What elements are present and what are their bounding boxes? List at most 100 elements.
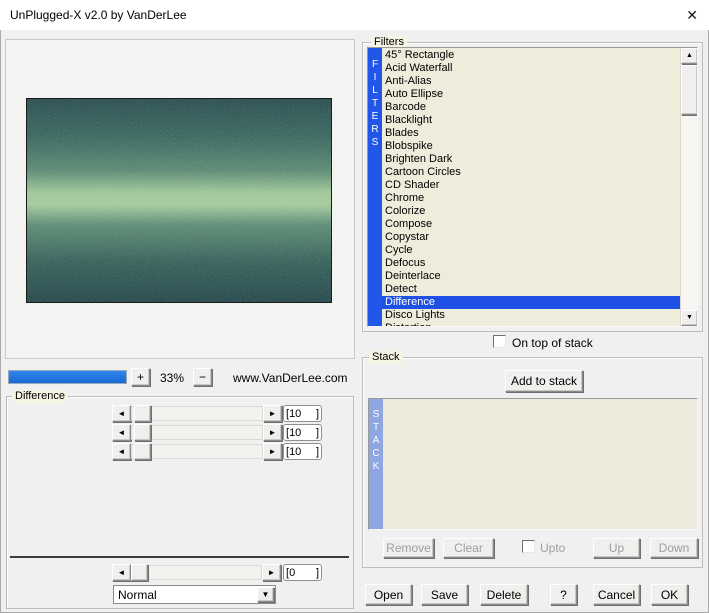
stack-items [383, 399, 697, 529]
green-decrement-button[interactable]: ◄ [112, 424, 131, 441]
red-slider-thumb[interactable] [134, 405, 151, 422]
filter-item[interactable]: Blacklight [382, 114, 680, 127]
filter-item[interactable]: Blades [382, 127, 680, 140]
transparency-decrement-button[interactable]: ◄ [112, 564, 131, 581]
blue-slider-thumb[interactable] [134, 443, 151, 460]
up-button[interactable]: Up [593, 538, 640, 558]
filter-item[interactable]: Acid Waterfall [382, 62, 680, 75]
transparency-slider-track[interactable] [131, 565, 262, 580]
upto-checkbox[interactable] [522, 540, 535, 553]
close-icon[interactable]: ✕ [686, 7, 698, 23]
red-decrement-button[interactable]: ◄ [112, 405, 131, 422]
scroll-up-button[interactable]: ▲ [681, 48, 698, 64]
green-increment-button[interactable]: ► [263, 424, 282, 441]
upto-label: Upto [540, 541, 565, 555]
up-arrow-icon: ▲ [686, 52, 693, 60]
blend-mode-dropdown-button[interactable]: ▼ [257, 587, 274, 602]
filter-item[interactable]: Colorize [382, 205, 680, 218]
chevron-down-icon: ▼ [262, 591, 270, 599]
zoom-in-button[interactable]: + [131, 368, 150, 386]
save-label: Save [431, 588, 458, 602]
bracket-close: ] [316, 427, 319, 439]
difference-group-label: Difference [12, 390, 68, 403]
down-label: Down [659, 541, 690, 555]
zoom-level: 33% [152, 371, 192, 385]
add-to-stack-label: Add to stack [511, 374, 577, 388]
blend-mode-select[interactable]: Normal ▼ [113, 585, 276, 604]
dialog-window: { "window": { "title": "UnPlugged-X v2.0… [0, 0, 709, 613]
left-arrow-icon: ◄ [118, 448, 126, 456]
filters-list: FILTERS 45° RectangleAcid WaterfallAnti-… [367, 47, 698, 327]
filters-vertical-label: FILTERS [368, 48, 382, 326]
blue-decrement-button[interactable]: ◄ [112, 443, 131, 460]
filter-item[interactable]: Disco Lights [382, 309, 680, 322]
open-button[interactable]: Open [365, 584, 412, 605]
filter-item[interactable]: CD Shader [382, 179, 680, 192]
transparency-slider-thumb[interactable] [131, 564, 148, 581]
cancel-label: Cancel [598, 588, 635, 602]
progress-fill [9, 371, 126, 383]
help-button[interactable]: ? [550, 584, 577, 605]
delete-button[interactable]: Delete [480, 584, 528, 605]
filter-item[interactable]: Compose [382, 218, 680, 231]
filter-item[interactable]: Difference [382, 296, 680, 309]
filter-item[interactable]: Distortion [382, 322, 680, 326]
down-arrow-icon: ▼ [686, 314, 693, 322]
green-value-field[interactable]: [10] [283, 424, 322, 441]
filter-item[interactable]: Brighten Dark [382, 153, 680, 166]
titlebar: UnPlugged-X v2.0 by VanDerLee ✕ [0, 0, 709, 30]
cancel-button[interactable]: Cancel [593, 584, 640, 605]
filter-item[interactable]: Auto Ellipse [382, 88, 680, 101]
filter-item[interactable]: Deinterlace [382, 270, 680, 283]
left-arrow-icon: ◄ [118, 429, 126, 437]
filter-item[interactable]: Barcode [382, 101, 680, 114]
zoom-out-button[interactable]: − [193, 368, 212, 386]
clear-button[interactable]: Clear [443, 538, 494, 558]
left-arrow-icon: ◄ [118, 569, 126, 577]
green-slider-thumb[interactable] [134, 424, 151, 441]
clear-label: Clear [454, 541, 483, 555]
filters-scrollbar[interactable]: ▲ ▼ [680, 48, 697, 326]
filter-item[interactable]: Copystar [382, 231, 680, 244]
bracket-close: ] [316, 446, 319, 458]
filter-item[interactable]: Detect [382, 283, 680, 296]
ok-label: OK [661, 588, 678, 602]
add-to-stack-button[interactable]: Add to stack [505, 370, 583, 392]
left-arrow-icon: ◄ [118, 410, 126, 418]
down-button[interactable]: Down [650, 538, 698, 558]
scroll-down-button[interactable]: ▼ [681, 310, 698, 326]
ok-button[interactable]: OK [651, 584, 688, 605]
blend-mode-value: Normal [118, 588, 157, 602]
save-button[interactable]: Save [421, 584, 468, 605]
filter-item[interactable]: Cartoon Circles [382, 166, 680, 179]
filter-item[interactable]: Blobspike [382, 140, 680, 153]
remove-label: Remove [386, 541, 431, 555]
right-arrow-icon: ► [269, 410, 277, 418]
green-value: 10 [289, 427, 301, 439]
window-title: UnPlugged-X v2.0 by VanDerLee [10, 8, 187, 22]
filter-item[interactable]: Cycle [382, 244, 680, 257]
scrollbar-thumb[interactable] [681, 65, 698, 115]
preview-image[interactable] [26, 98, 332, 303]
filter-item[interactable]: Defocus [382, 257, 680, 270]
blue-increment-button[interactable]: ► [263, 443, 282, 460]
remove-button[interactable]: Remove [383, 538, 434, 558]
filter-item[interactable]: Chrome [382, 192, 680, 205]
progress-bar [8, 370, 127, 384]
minus-icon: − [199, 370, 206, 384]
delete-label: Delete [487, 588, 522, 602]
on-top-of-stack-checkbox[interactable] [493, 335, 506, 348]
stack-list[interactable]: STACK [368, 398, 698, 530]
filter-item[interactable]: 45° Rectangle [382, 49, 680, 62]
transparency-value-field[interactable]: [0] [283, 564, 322, 581]
transparency-increment-button[interactable]: ► [262, 564, 281, 581]
red-value-field[interactable]: [10] [283, 405, 322, 422]
on-top-of-stack-label: On top of stack [512, 336, 593, 350]
blue-value-field[interactable]: [10] [283, 443, 322, 460]
stack-group-label: Stack [369, 351, 403, 364]
green-slider-row: Green ◄ ► [10] [0, 424, 355, 441]
filter-item[interactable]: Anti-Alias [382, 75, 680, 88]
website-link[interactable]: www.VanDerLee.com [233, 371, 348, 385]
up-label: Up [609, 541, 624, 555]
red-increment-button[interactable]: ► [263, 405, 282, 422]
